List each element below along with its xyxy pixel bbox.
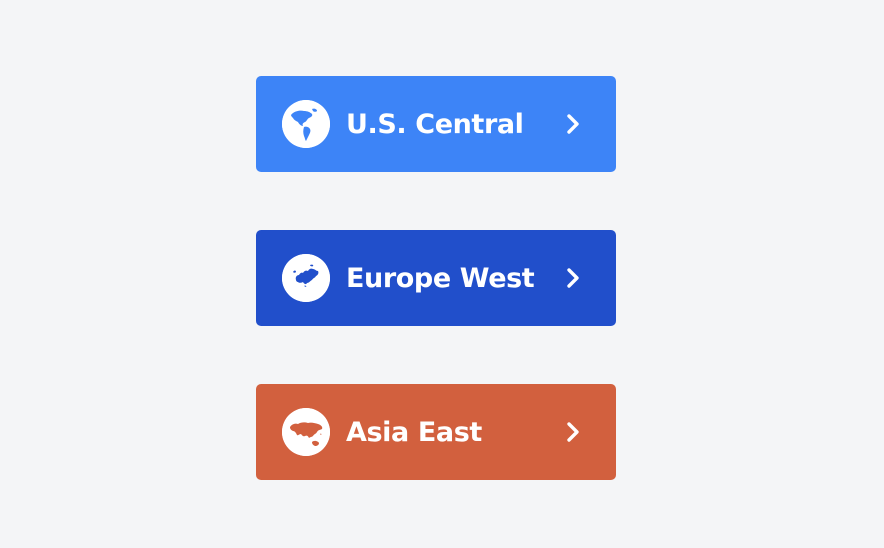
region-selector-list: U.S. Central Europe West Asia East xyxy=(256,76,616,480)
chevron-right-icon xyxy=(566,421,582,443)
chevron-right-icon xyxy=(566,113,582,135)
globe-asia-icon xyxy=(282,408,330,456)
region-label: Europe West xyxy=(346,262,535,294)
region-label: U.S. Central xyxy=(346,108,524,140)
globe-europe-icon xyxy=(282,254,330,302)
chevron-right-icon xyxy=(566,267,582,289)
region-label: Asia East xyxy=(346,416,482,448)
region-button-us-central[interactable]: U.S. Central xyxy=(256,76,616,172)
region-button-europe-west[interactable]: Europe West xyxy=(256,230,616,326)
globe-americas-icon xyxy=(282,100,330,148)
region-button-asia-east[interactable]: Asia East xyxy=(256,384,616,480)
